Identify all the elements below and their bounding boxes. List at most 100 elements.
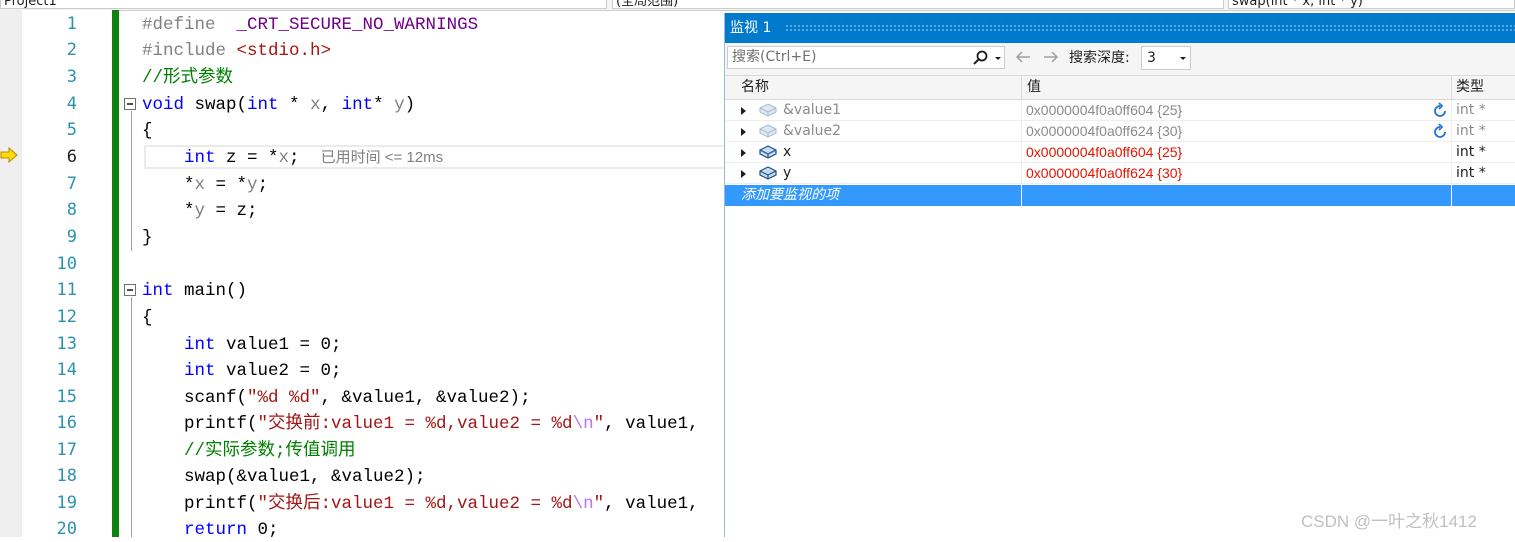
add-watch-item-row[interactable]: 添加要监视的项 — [725, 185, 1515, 206]
expand-arrow-icon[interactable] — [741, 128, 746, 136]
keyword: int — [184, 148, 216, 168]
fold-guide — [131, 297, 132, 537]
watch-value[interactable]: 0x0000004f0a0ff624 {30} — [1026, 163, 1182, 184]
watch-row[interactable]: x 0x0000004f0a0ff604 {25} int * — [725, 142, 1515, 163]
line-number: 9 — [66, 227, 77, 247]
string-literal: "交换后:value1 = %d,value2 = %d — [257, 494, 573, 514]
code-text: = * — [205, 175, 248, 195]
code-text: z = * — [215, 148, 279, 168]
watch-value[interactable]: 0x0000004f0a0ff624 {30} — [1026, 121, 1182, 142]
keyword: int — [341, 95, 374, 115]
watch-row[interactable]: &value2 0x0000004f0a0ff624 {30} int * — [725, 121, 1515, 142]
code-text: main() — [173, 281, 248, 301]
forward-arrow-icon[interactable] — [1041, 49, 1061, 65]
code-line-6: int z = *x; 已用时间 <= 12ms — [184, 145, 443, 171]
escape-sequence: \n — [572, 414, 594, 434]
search-depth-label: 搜索深度: — [1069, 50, 1130, 66]
cell-separator — [1451, 121, 1452, 142]
refresh-icon[interactable] — [1431, 123, 1449, 141]
variable-icon — [759, 166, 777, 180]
watch-row[interactable]: y 0x0000004f0a0ff624 {30} int * — [725, 163, 1515, 184]
watermark: CSDN @一叶之秋1412 — [1301, 512, 1477, 531]
search-depth-dropdown[interactable]: 3 — [1141, 46, 1191, 70]
add-watch-item-text: 添加要监视的项 — [741, 187, 839, 203]
chevron-down-icon[interactable] — [993, 50, 1003, 66]
code-text: printf( — [184, 414, 258, 434]
function-dropdown[interactable]: swap(int * x, int * y) — [1228, 0, 1515, 9]
watch-type: int * — [1456, 165, 1486, 181]
cell-separator — [1021, 163, 1022, 184]
parameter: y — [194, 201, 206, 221]
column-header-type[interactable]: 类型 — [1456, 76, 1484, 99]
perf-tip[interactable]: 已用时间 <= 12ms — [321, 149, 444, 166]
variable-icon — [759, 124, 777, 138]
back-arrow-icon[interactable] — [1013, 49, 1033, 65]
cell-separator — [1021, 142, 1022, 163]
code-text: ; — [289, 148, 300, 168]
project-dropdown-label: Project1 — [4, 0, 57, 9]
code-text: , — [320, 95, 342, 115]
project-dropdown[interactable]: Project1 — [0, 0, 607, 9]
code-line-1: #define _CRT_SECURE_NO_WARNINGS — [142, 12, 478, 38]
column-separator[interactable] — [1021, 76, 1022, 99]
code-text: * — [184, 201, 195, 221]
line-number: 15 — [56, 387, 77, 407]
cell-separator — [1021, 121, 1022, 142]
include-path: <stdio.h> — [236, 41, 332, 61]
expand-arrow-icon[interactable] — [741, 149, 746, 157]
code-line-16: printf("交换前:value1 = %d,value2 = %d\n", … — [184, 411, 699, 437]
watch-row[interactable]: &value1 0x0000004f0a0ff604 {25} int * — [725, 100, 1515, 121]
change-tracking-bar — [112, 10, 119, 537]
code-text: * — [184, 175, 195, 195]
column-header-name[interactable]: 名称 — [741, 76, 769, 99]
refresh-icon[interactable] — [1431, 102, 1449, 120]
cell-separator — [1451, 163, 1452, 184]
cell-separator — [1451, 142, 1452, 163]
cell-separator — [1451, 185, 1452, 206]
line-number: 7 — [66, 174, 77, 194]
code-line-4: void swap(int * x, int* y) — [142, 92, 415, 118]
search-placeholder: 搜索(Ctrl+E) — [732, 49, 817, 65]
watch-value[interactable]: 0x0000004f0a0ff604 {25} — [1026, 142, 1182, 163]
code-text: swap( — [184, 95, 248, 115]
code-text: 0; — [247, 520, 279, 537]
line-number-current: 6 — [66, 147, 77, 167]
line-number: 16 — [56, 413, 77, 433]
line-number: 20 — [56, 519, 77, 539]
collapse-main-icon[interactable] — [124, 284, 136, 296]
cell-separator — [1021, 185, 1022, 206]
column-header-value[interactable]: 值 — [1027, 76, 1041, 99]
code-line-3: //形式参数 — [142, 65, 233, 91]
collapse-swap-icon[interactable] — [124, 98, 136, 110]
escape-sequence: \n — [572, 494, 594, 514]
code-text: scanf( — [184, 388, 248, 408]
column-separator[interactable] — [1451, 76, 1452, 99]
comment: //形式参数 — [142, 68, 234, 88]
chevron-down-icon — [1180, 57, 1186, 60]
line-number: 13 — [56, 334, 77, 354]
watch-grid-header: 名称 值 类型 — [725, 76, 1515, 100]
code-line-17: //实际参数;传值调用 — [184, 438, 356, 464]
parameter: x — [194, 175, 206, 195]
keyword: int — [184, 335, 216, 355]
search-icon[interactable] — [972, 50, 990, 66]
expand-arrow-icon[interactable] — [741, 170, 746, 178]
cell-separator — [1021, 100, 1022, 121]
watch-title-bar[interactable]: 监视 1 — [725, 13, 1515, 43]
preprocessor-keyword: #include — [142, 41, 227, 61]
indicator-margin[interactable] — [0, 10, 22, 537]
preprocessor-keyword: #define — [142, 15, 216, 35]
code-editor[interactable]: #define _CRT_SECURE_NO_WARNINGS #include… — [122, 10, 724, 537]
keyword: int — [142, 281, 174, 301]
code-line-8: *y = z; — [184, 198, 258, 224]
title-grip — [785, 24, 1515, 31]
watch-name: x — [783, 144, 792, 160]
parameter: x — [278, 148, 290, 168]
watch-grid: 名称 值 类型 &value1 0x0000004f0a0ff604 {25} … — [725, 75, 1515, 538]
scope-dropdown[interactable]: (全局范围) — [612, 0, 1224, 9]
watch-value[interactable]: 0x0000004f0a0ff604 {25} — [1026, 100, 1182, 121]
string-literal: " — [593, 414, 605, 434]
watch-search-box[interactable]: 搜索(Ctrl+E) — [727, 46, 1005, 69]
code-line-18: swap(&value1, &value2); — [184, 467, 426, 487]
expand-arrow-icon[interactable] — [741, 107, 746, 115]
